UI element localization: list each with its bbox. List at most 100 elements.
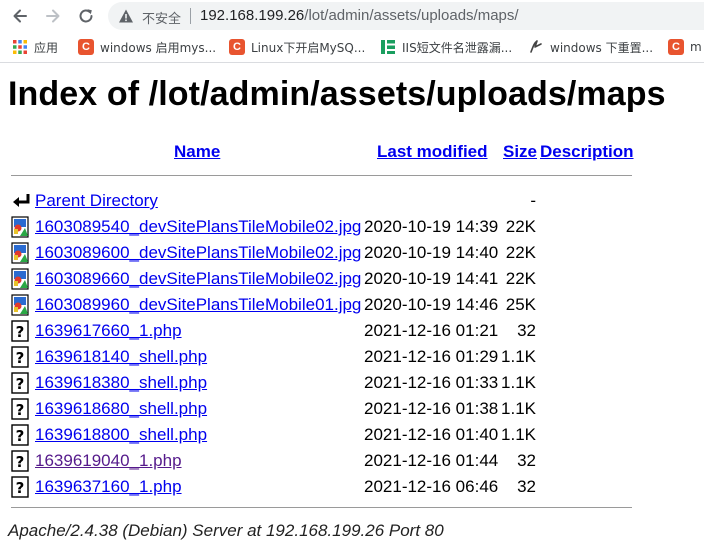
unknown-file-icon: ? — [11, 450, 29, 472]
sort-by-description-link[interactable]: Description — [540, 142, 634, 162]
file-row: ? 1639618140_shell.php 2021-12-16 01:29 1.1… — [0, 343, 704, 369]
svg-text:?: ? — [16, 349, 25, 367]
header-divider — [11, 175, 632, 176]
svg-text:?: ? — [16, 453, 25, 471]
svg-text:?: ? — [16, 479, 25, 497]
file-row: 1603089540_devSitePlansTileMobile02.jpg 2… — [0, 213, 704, 239]
file-modified: 2021-12-16 01:40 — [364, 425, 499, 444]
bookmarks-bar: 应用 C windows 启用mys... C Linux下开启MySQ... … — [0, 32, 704, 63]
file-size: 1.1K — [501, 425, 536, 444]
bookmark-windows-mysql[interactable]: C windows 启用mys... — [78, 38, 216, 56]
file-row: ? 1639617660_1.php 2021-12-16 01:21 32 — [0, 317, 704, 343]
sort-by-name-link[interactable]: Name — [174, 142, 220, 162]
unknown-file-icon: ? — [11, 476, 29, 498]
file-row: 1603089660_devSitePlansTileMobile02.jpg 2… — [0, 265, 704, 291]
csdn-icon: C — [668, 39, 684, 55]
file-link[interactable]: 1639618380_shell.php — [35, 373, 207, 393]
file-modified: 2021-12-16 01:33 — [364, 373, 499, 392]
file-size: 22K — [505, 243, 536, 262]
file-size: 32 — [517, 321, 536, 340]
url-host: 192.168.199.26 — [200, 7, 305, 24]
apps-grid-icon — [13, 40, 27, 54]
file-link[interactable]: 1639618800_shell.php — [35, 425, 207, 445]
parent-directory-link[interactable]: Parent Directory — [35, 191, 158, 211]
file-modified: 2021-12-16 01:29 — [364, 347, 499, 366]
sort-by-size-link[interactable]: Size — [503, 142, 537, 162]
server-signature: Apache/2.4.38 (Debian) Server at 192.168… — [8, 521, 444, 540]
unknown-file-icon: ? — [11, 372, 29, 394]
file-modified: 2020-10-19 14:46 — [364, 295, 499, 314]
bookmark-overflow[interactable]: C m — [668, 38, 702, 56]
file-link[interactable]: 1639618680_shell.php — [35, 399, 207, 419]
file-size: 32 — [517, 477, 536, 496]
parent-directory-row: Parent Directory - — [0, 187, 704, 213]
svg-text:?: ? — [16, 375, 25, 393]
bookmark-windows-reset[interactable]: windows 下重置... — [528, 38, 653, 56]
unknown-file-icon: ? — [11, 424, 29, 446]
bookmark-apps[interactable]: 应用 — [12, 38, 58, 56]
file-row: ? 1639618800_shell.php 2021-12-16 01:40 1.1… — [0, 421, 704, 447]
csdn-icon: C — [229, 39, 245, 55]
file-size: 22K — [505, 217, 536, 236]
bookmark-label: 应用 — [34, 40, 59, 55]
page-icon — [381, 40, 395, 54]
file-link[interactable]: 1603089960_devSitePlansTileMobile01.jpg — [35, 295, 361, 315]
url-path: /lot/admin/assets/uploads/maps/ — [304, 7, 519, 24]
file-link[interactable]: 1639619040_1.php — [35, 451, 182, 471]
image-file-icon — [11, 216, 29, 238]
file-row: ? 1639618680_shell.php 2021-12-16 01:38 1.1… — [0, 395, 704, 421]
back-arrow-icon — [13, 194, 30, 207]
file-link[interactable]: 1639617660_1.php — [35, 321, 182, 341]
bookmark-label: IIS短文件名泄露漏... — [402, 40, 513, 55]
page-title: Index of /lot/admin/assets/uploads/maps — [8, 75, 666, 113]
file-modified: 2021-12-16 06:46 — [364, 477, 499, 496]
file-row: ? 1639637160_1.php 2021-12-16 06:46 32 — [0, 473, 704, 499]
file-modified: 2021-12-16 01:38 — [364, 399, 499, 418]
file-size: 1.1K — [501, 373, 536, 392]
omnibox[interactable]: 不安全 192.168.199.26/lot/admin/assets/uplo… — [108, 2, 704, 30]
reload-icon — [79, 9, 93, 23]
warning-icon[interactable] — [118, 8, 134, 24]
file-size: 22K — [505, 269, 536, 288]
unknown-file-icon: ? — [11, 398, 29, 420]
file-link[interactable]: 1639637160_1.php — [35, 477, 182, 497]
bookmark-label: windows 下重置... — [550, 40, 654, 55]
url-text[interactable]: 192.168.199.26/lot/admin/assets/uploads/… — [200, 7, 519, 24]
csdn-icon: C — [78, 39, 94, 55]
file-row: 1603089600_devSitePlansTileMobile02.jpg 2… — [0, 239, 704, 265]
svg-text:?: ? — [16, 401, 25, 419]
back-button[interactable] — [10, 6, 30, 26]
security-label[interactable]: 不安全 — [142, 8, 181, 27]
file-size: 1.1K — [501, 347, 536, 366]
file-size: 1.1K — [501, 399, 536, 418]
link-icon — [530, 40, 542, 53]
file-modified: 2021-12-16 01:44 — [364, 451, 499, 470]
file-modified: 2020-10-19 14:39 — [364, 217, 499, 236]
file-modified: 2020-10-19 14:41 — [364, 269, 499, 288]
file-row: ? 1639618380_shell.php 2021-12-16 01:33 1.1… — [0, 369, 704, 395]
address-bar: 不安全 192.168.199.26/lot/admin/assets/uplo… — [0, 0, 704, 32]
image-file-icon — [11, 242, 29, 264]
omnibox-separator — [190, 8, 191, 24]
file-link[interactable]: 1639618140_shell.php — [35, 347, 207, 367]
bookmark-iis[interactable]: IIS短文件名泄露漏... — [380, 38, 512, 56]
sort-by-last-modified-link[interactable]: Last modified — [377, 142, 488, 162]
forward-button[interactable] — [43, 6, 63, 26]
file-modified: 2020-10-19 14:40 — [364, 243, 499, 262]
bookmark-label: Linux下开启MySQ... — [251, 40, 366, 55]
reload-button[interactable] — [76, 6, 96, 26]
svg-text:?: ? — [16, 323, 25, 341]
file-size: 32 — [517, 451, 536, 470]
back-arrow-icon — [13, 9, 27, 23]
file-row: 1603089960_devSitePlansTileMobile01.jpg 2… — [0, 291, 704, 317]
file-link[interactable]: 1603089540_devSitePlansTileMobile02.jpg — [35, 217, 361, 237]
file-row: ? 1639619040_1.php 2021-12-16 01:44 32 — [0, 447, 704, 473]
bookmark-linux-mysql[interactable]: C Linux下开启MySQ... — [229, 38, 365, 56]
unknown-file-icon: ? — [11, 320, 29, 342]
image-file-icon — [11, 268, 29, 290]
file-link[interactable]: 1603089660_devSitePlansTileMobile02.jpg — [35, 269, 361, 289]
parent-size: - — [530, 191, 536, 210]
file-modified: 2021-12-16 01:21 — [364, 321, 499, 340]
bookmark-label: windows 启用mys... — [100, 40, 217, 55]
file-link[interactable]: 1603089600_devSitePlansTileMobile02.jpg — [35, 243, 361, 263]
